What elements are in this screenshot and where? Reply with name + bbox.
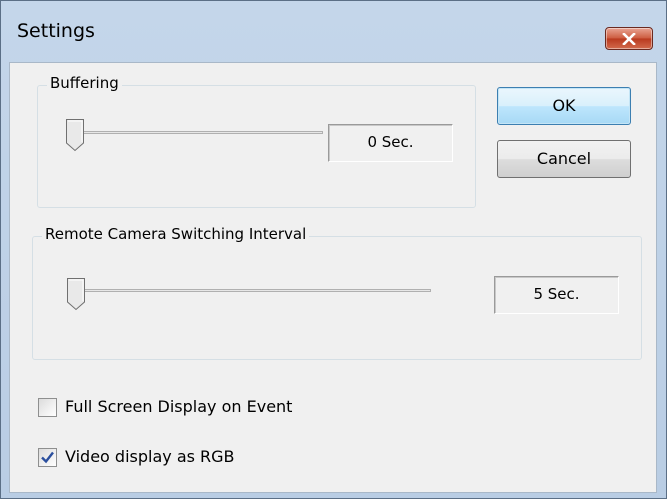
buffering-value: 0 Sec. — [328, 124, 453, 162]
switching-slider-track[interactable] — [70, 289, 431, 292]
settings-dialog: Settings Buffering 0 Sec. Remote Camera … — [0, 0, 667, 499]
switching-interval-group: Remote Camera Switching Interval 5 Sec. — [32, 225, 642, 360]
close-icon — [622, 32, 636, 45]
buffering-group: Buffering 0 Sec. — [37, 74, 476, 208]
buffering-label: Buffering — [47, 74, 122, 92]
buffering-slider-thumb[interactable] — [65, 118, 85, 152]
ok-button[interactable]: OK — [497, 87, 631, 125]
window-title: Settings — [17, 20, 95, 42]
cancel-button[interactable]: Cancel — [497, 140, 631, 178]
dialog-body: Buffering 0 Sec. Remote Camera Switching… — [9, 62, 657, 493]
check-mark-icon — [41, 451, 54, 464]
switching-interval-label: Remote Camera Switching Interval — [42, 225, 310, 243]
full-screen-label: Full Screen Display on Event — [65, 397, 293, 416]
close-button[interactable] — [605, 27, 653, 50]
switching-slider-thumb[interactable] — [66, 277, 86, 311]
full-screen-checkbox[interactable] — [38, 398, 57, 417]
video-rgb-checkbox[interactable] — [38, 448, 57, 467]
buffering-slider-track[interactable] — [66, 131, 323, 134]
video-rgb-label: Video display as RGB — [65, 447, 235, 466]
switching-value: 5 Sec. — [494, 276, 619, 314]
